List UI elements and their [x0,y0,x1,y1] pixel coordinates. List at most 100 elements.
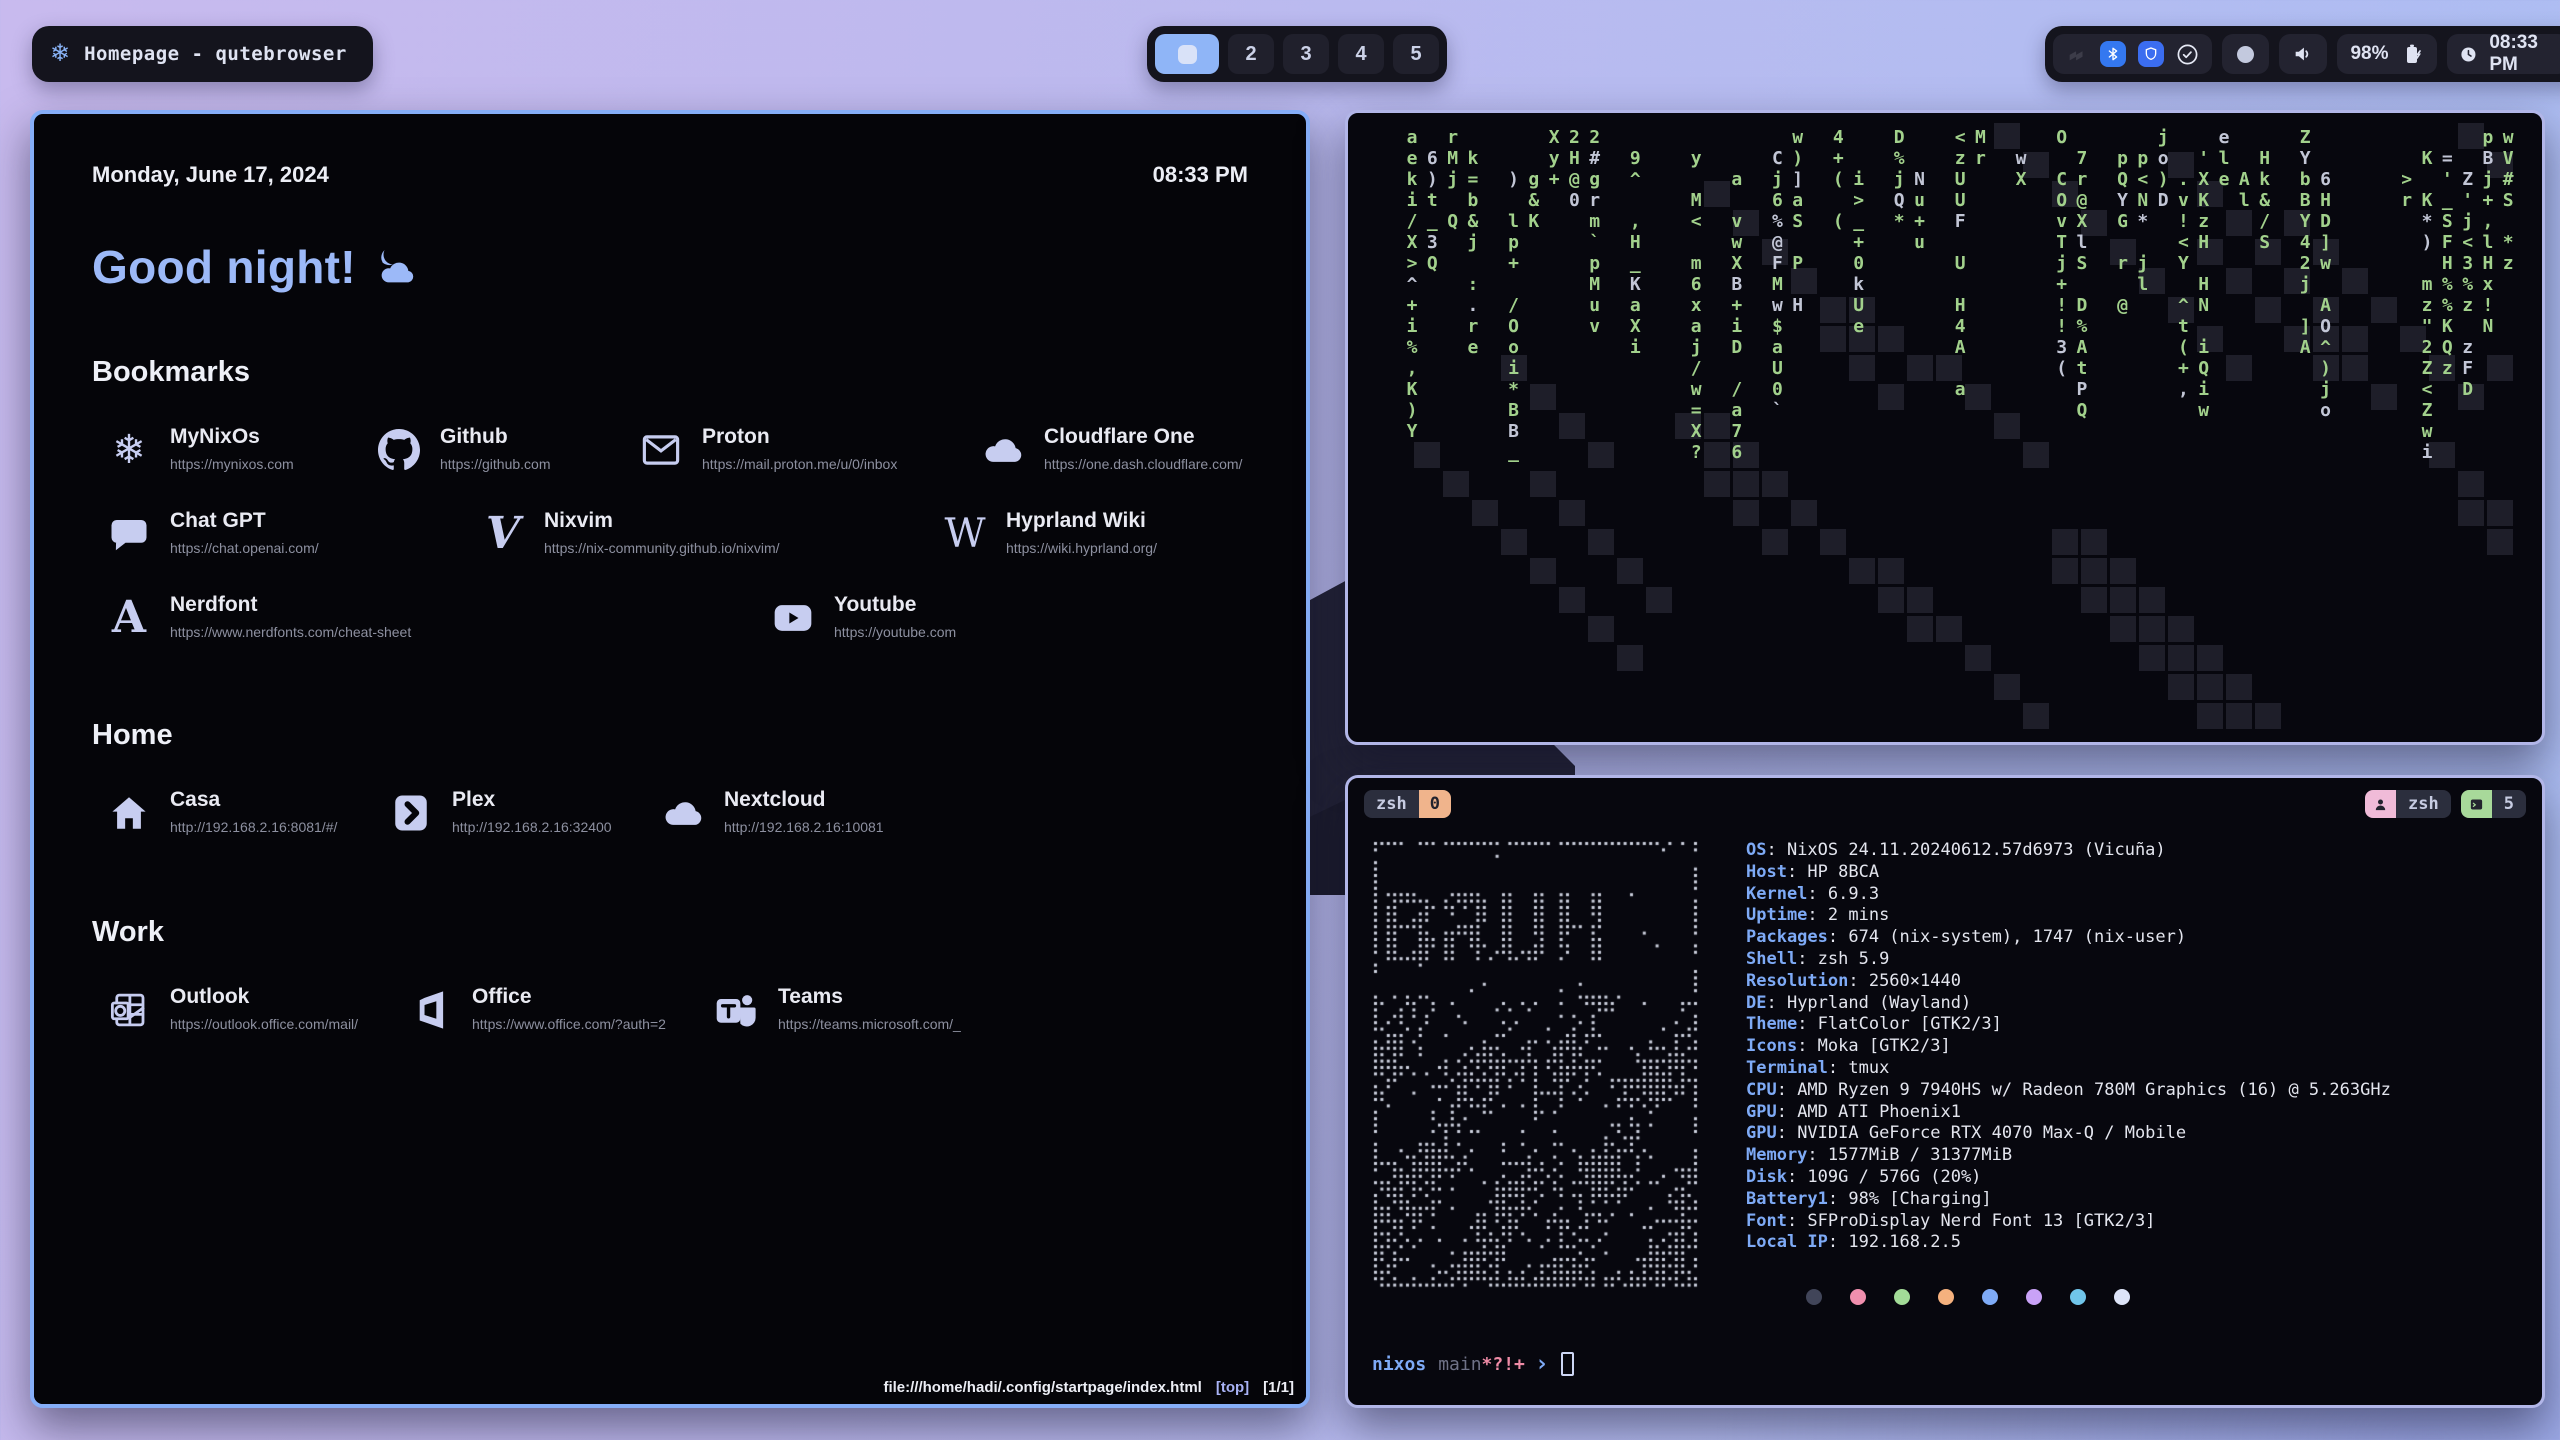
tmux-session-pill[interactable]: 5 [2461,790,2526,818]
fastfetch-label: Memory [1746,1145,1807,1165]
workspace-button-2[interactable]: 2 [1228,34,1274,74]
matrix-bg-square [1878,326,1904,352]
battery-charging-icon [2400,42,2424,66]
bookmark-name: Office [472,985,666,1009]
bookmark-mynixos[interactable]: ❄MyNixOshttps://mynixos.com [106,425,376,473]
prompt-git-branch: main [1438,1354,1481,1375]
matrix-glyph: _ [1508,444,1519,462]
bookmark-nerdfont[interactable]: ANerdfonthttps://www.nerdfonts.com/cheat… [106,593,770,641]
matrix-glyph: X [1407,234,1418,252]
matrix-glyph: z [2462,297,2473,315]
fastfetch-line: Battery1: 98% [Charging] [1746,1189,2391,1211]
matrix-glyph: K [1407,381,1418,399]
workspace-button-5[interactable]: 5 [1393,34,1439,74]
nixvim-v-icon: V [480,511,526,557]
workspace-button-3[interactable]: 3 [1283,34,1329,74]
bookmark-chat-gpt[interactable]: Chat GPThttps://chat.openai.com/ [106,509,480,557]
tray-icons-group[interactable] [2053,34,2212,74]
fastfetch-label: Terminal [1746,1058,1828,1078]
matrix-glyph: 4 [2300,234,2311,252]
battery-section[interactable]: 98% [2337,34,2437,74]
matrix-glyph: @ [1569,171,1580,189]
matrix-glyph: & [1468,213,1479,231]
terminal-color-palette [1806,1289,2130,1305]
matrix-glyph: + [1853,234,1864,252]
bluetooth-icon [2100,41,2126,67]
matrix-glyph: r [2401,192,2412,210]
matrix-glyph: N [2137,192,2148,210]
statusbar-url: file:///home/hadi/.config/startpage/inde… [883,1379,1201,1396]
matrix-glyph: l [2137,276,2148,294]
bookmark-youtube[interactable]: Youtubehttps://youtube.com [770,593,956,641]
matrix-glyph: k [1468,150,1479,168]
active-window-title-pill[interactable]: ❄ Homepage - qutebrowser [32,26,373,82]
tmux-window-tab[interactable]: zsh 0 [1364,790,1451,818]
matrix-glyph: % [2442,276,2453,294]
matrix-glyph: b [2300,171,2311,189]
matrix-glyph: o [2320,402,2331,420]
bookmark-name: Nixvim [544,509,780,533]
prompt-arrow: › [1535,1353,1549,1376]
statusbar-tab-counter: [1/1] [1263,1379,1294,1396]
fastfetch-value: : tmux [1828,1058,1889,1078]
bookmark-url: https://one.dash.cloudflare.com/ [1044,456,1242,472]
matrix-bg-square [1646,587,1672,613]
bitwarden-shield-icon [2138,41,2164,67]
workspace-button-1[interactable] [1155,34,1219,74]
matrix-glyph: a [1407,129,1418,147]
bookmark-nextcloud[interactable]: Nextcloudhttp://192.168.2.16:10081 [660,788,884,836]
matrix-glyph: S [2503,192,2514,210]
matrix-glyph: p [1508,234,1519,252]
fastfetch-value: : 192.168.2.5 [1828,1232,1961,1252]
workspace-button-4[interactable]: 4 [1338,34,1384,74]
matrix-glyph: U [1772,360,1783,378]
matrix-glyph: U [1955,171,1966,189]
fastfetch-output: OS: NixOS 24.11.20240612.57d6973 (Vicuña… [1364,840,2526,1288]
bookmark-casa[interactable]: Casahttp://192.168.2.16:8081/#/ [106,788,388,836]
matrix-glyph: e [1853,318,1864,336]
matrix-glyph: 6 [1691,276,1702,294]
matrix-glyph: m [1691,255,1702,273]
bookmark-nixvim[interactable]: VNixvimhttps://nix-community.github.io/n… [480,509,942,557]
bookmark-github[interactable]: Githubhttps://github.com [376,425,638,473]
matrix-glyph: > [2401,171,2412,189]
bookmark-hyprland-wiki[interactable]: WHyprland Wikihttps://wiki.hyprland.org/ [942,509,1157,557]
matrix-bg-square [1791,500,1817,526]
nixos-snowflake-icon: ❄ [50,42,70,66]
bookmark-office[interactable]: Officehttps://www.office.com/?auth=2 [408,985,714,1033]
fastfetch-value: : HP 8BCA [1787,862,1879,882]
palette-dot-6 [2070,1289,2086,1305]
matrix-bg-square [1762,471,1788,497]
matrix-glyph: l [2077,234,2088,252]
matrix-glyph: Q [1894,192,1905,210]
bookmark-outlook[interactable]: Outlookhttps://outlook.office.com/mail/ [106,985,408,1033]
matrix-glyph: H [1630,234,1641,252]
matrix-glyph: % [1894,150,1905,168]
clock-section[interactable]: 08:33 PM [2447,34,2560,74]
bookmark-url: https://github.com [440,456,551,472]
matrix-glyph: % [2462,276,2473,294]
matrix-glyph: % [2442,297,2453,315]
fastfetch-line: DE: Hyprland (Wayland) [1746,993,2391,1015]
bookmark-proton[interactable]: Protonhttps://mail.proton.me/u/0/inbox [638,425,980,473]
bookmark-plex[interactable]: Plexhttp://192.168.2.16:32400 [388,788,660,836]
bookmark-name: Casa [170,788,337,812]
matrix-glyph: j [1894,171,1905,189]
bookmark-teams[interactable]: Teamshttps://teams.microsoft.com/_ [714,985,961,1033]
fastfetch-label: GPU [1746,1123,1777,1143]
matrix-glyph: $ [1772,318,1783,336]
fastfetch-line: Uptime: 2 mins [1746,905,2391,927]
idle-inhibit-dot[interactable] [2222,34,2269,74]
matrix-glyph: / [1731,381,1742,399]
matrix-glyph: A [2300,339,2311,357]
tmux-statusbar: zsh 0 zsh 5 [1364,790,2526,818]
tmux-user-pill[interactable]: zsh [2365,790,2451,818]
shell-prompt[interactable]: nixos main *?!+ › [1372,1352,1574,1376]
matrix-glyph: @ [2117,297,2128,315]
matrix-bg-square [2197,703,2223,729]
matrix-glyph: ^ [2178,297,2189,315]
matrix-glyph: ) [1508,171,1519,189]
bookmark-cloudflare-one[interactable]: Cloudflare Onehttps://one.dash.cloudflar… [980,425,1242,473]
volume-section[interactable] [2279,34,2327,74]
matrix-bg-square [1588,616,1614,642]
